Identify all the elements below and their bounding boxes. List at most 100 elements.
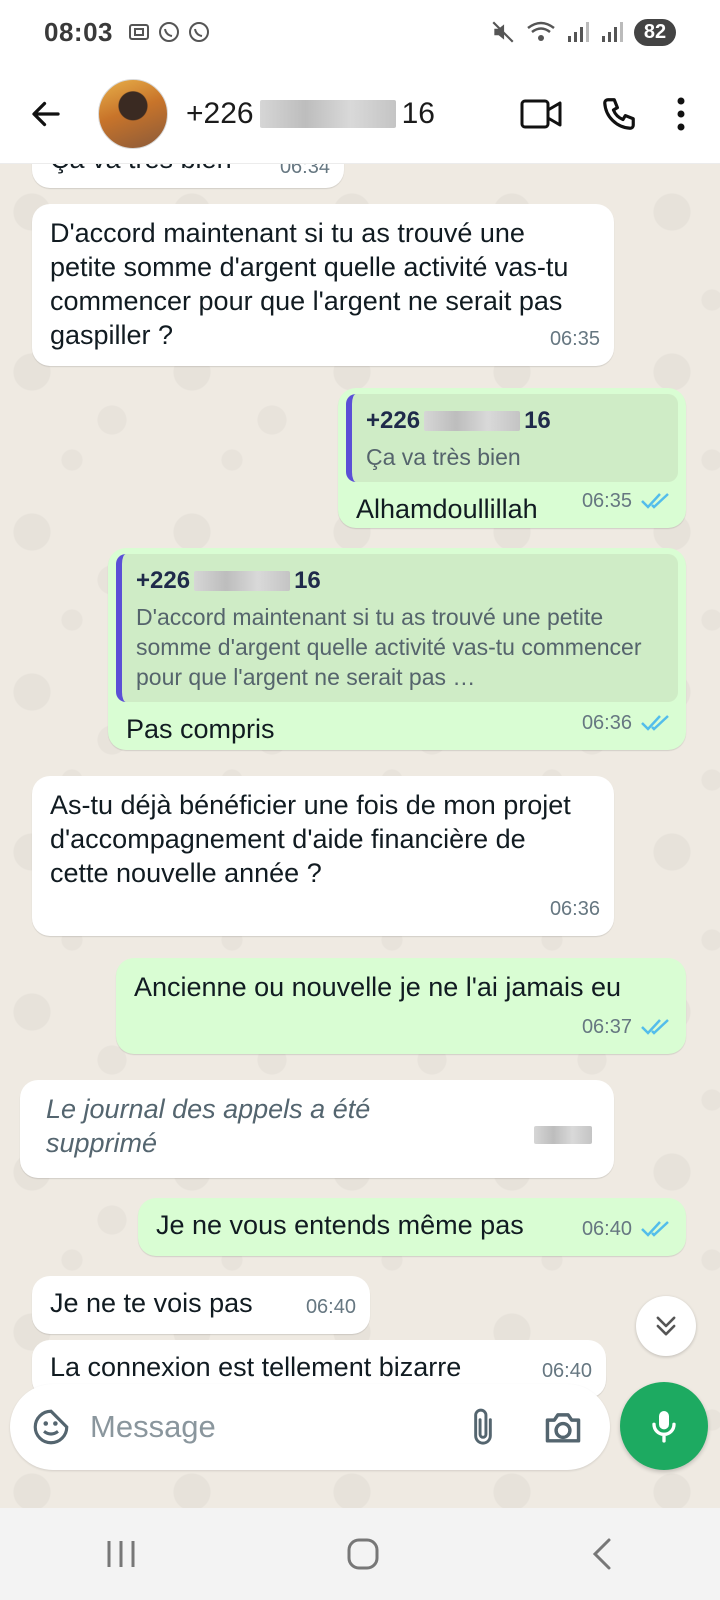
contact-number-suffix: 16: [401, 96, 435, 130]
battery-level: 82: [634, 18, 676, 46]
time-label: 06:35: [549, 328, 600, 350]
scroll-to-bottom-button[interactable]: [636, 1296, 696, 1356]
status-system-icons: 82: [490, 18, 676, 46]
voice-message-button[interactable]: [620, 1382, 708, 1470]
quoted-text: D'accord maintenant si tu as trouvé une …: [136, 604, 642, 690]
time-label: 06:34: [279, 164, 330, 178]
message-time: 06:36: [550, 892, 600, 926]
signal-icon: [602, 22, 623, 42]
recent-apps-icon: [107, 1541, 135, 1567]
quoted-sender-prefix: +226: [366, 407, 421, 434]
system-back-button[interactable]: [587, 1536, 617, 1572]
quoted-text: Ça va très bien: [366, 444, 521, 470]
time-label: 06:37: [581, 1016, 632, 1038]
chat-area[interactable]: Ça va très bien 06:34 D'accord maintenan…: [0, 164, 720, 1508]
status-time: 08:03: [44, 16, 113, 47]
quoted-sender: +226 16: [366, 404, 664, 438]
sticker-icon: [33, 1409, 69, 1445]
message-bubble-incoming[interactable]: Je ne te vois pas 06:40: [32, 1276, 370, 1334]
quoted-sender-suffix: 16: [524, 407, 551, 434]
system-navigation-bar: [0, 1508, 720, 1600]
time-label: 06:40: [581, 1218, 632, 1240]
quoted-message[interactable]: +226 16 Ça va très bien: [346, 394, 678, 482]
chevron-left-icon: [592, 1538, 611, 1570]
more-vert-icon: [677, 97, 685, 130]
message-status: 06:37: [582, 1010, 672, 1044]
quoted-message[interactable]: +226 16 D'accord maintenant si tu as tro…: [116, 554, 678, 702]
message-text: D'accord maintenant si tu as trouvé une …: [50, 218, 569, 350]
mute-icon: [492, 21, 514, 43]
message-text: As-tu déjà bénéficier une fois de mon pr…: [50, 790, 571, 888]
camera-button[interactable]: [542, 1408, 584, 1446]
message-bubble-incoming[interactable]: Le journal des appels a été supprimé: [20, 1080, 614, 1178]
header-actions: [520, 95, 686, 133]
recent-apps-button[interactable]: [103, 1537, 139, 1571]
message-bubble-outgoing[interactable]: +226 16 D'accord maintenant si tu as tro…: [108, 548, 686, 750]
redacted-number: [259, 99, 396, 128]
voice-call-button[interactable]: [600, 95, 638, 133]
message-text: Ça va très bien: [50, 164, 232, 174]
message-text: Ancienne ou nouvelle je ne l'ai jamais e…: [134, 972, 621, 1002]
double-check-icon: [641, 1019, 669, 1035]
mic-icon: [652, 1411, 676, 1443]
phone-icon: [603, 97, 635, 130]
message-bubble-incoming[interactable]: Ça va très bien 06:34: [32, 164, 344, 188]
message-status: 06:36: [582, 706, 672, 740]
message-text: Je ne te vois pas: [50, 1288, 253, 1318]
wifi-icon: [527, 21, 555, 41]
message-time: 06:34: [280, 164, 330, 184]
quoted-sender: +226 16: [136, 564, 664, 598]
back-button[interactable]: [16, 84, 76, 144]
redacted-number: [424, 411, 521, 431]
contact-number-prefix: +226: [186, 96, 254, 130]
message-bubble-outgoing[interactable]: Ancienne ou nouvelle je ne l'ai jamais e…: [116, 958, 686, 1054]
status-bar: 08:03 82: [0, 0, 720, 64]
double-check-icon: [641, 1221, 669, 1237]
message-bubble-incoming[interactable]: D'accord maintenant si tu as trouvé une …: [32, 204, 614, 366]
camera-icon: [545, 1413, 581, 1443]
redacted-time: [534, 1126, 592, 1144]
message-time: 06:40: [306, 1290, 356, 1324]
double-check-icon: [641, 493, 669, 509]
message-composer: Message: [10, 1384, 610, 1470]
message-time: 06:35: [550, 322, 600, 356]
message-bubble-incoming[interactable]: As-tu déjà bénéficier une fois de mon pr…: [32, 776, 614, 936]
home-icon: [347, 1538, 379, 1570]
contact-name[interactable]: +226 16: [186, 97, 435, 131]
attach-button[interactable]: [468, 1405, 498, 1449]
message-time: 06:40: [542, 1354, 592, 1388]
message-status: 06:35: [582, 484, 672, 518]
quoted-sender-prefix: +226: [136, 567, 191, 594]
time-label: 06:36: [549, 898, 600, 920]
message-input[interactable]: Message: [90, 1409, 468, 1445]
arrow-left-icon: [32, 101, 60, 126]
more-options-button[interactable]: [676, 96, 686, 132]
chat-header: +226 16: [0, 64, 720, 164]
composer-actions: [468, 1405, 584, 1449]
screenshot-icon: [129, 24, 149, 40]
whatsapp-icon: [159, 22, 179, 42]
double-check-icon: [641, 715, 669, 731]
quoted-sender-suffix: 16: [294, 567, 321, 594]
home-button[interactable]: [345, 1536, 381, 1572]
double-chevron-down-icon: [656, 1316, 676, 1336]
time-label: 06:40: [305, 1296, 356, 1318]
message-bubble-outgoing[interactable]: Je ne vous entends même pas 06:40: [138, 1198, 686, 1256]
status-notification-icons: [127, 20, 211, 44]
video-call-button[interactable]: [520, 97, 562, 131]
redacted-number: [194, 571, 291, 591]
message-status: 06:40: [582, 1212, 672, 1246]
time-label: 06:40: [541, 1360, 592, 1382]
signal-icon: [568, 22, 589, 42]
time-label: 06:35: [581, 490, 632, 512]
deleted-call-log-text: Le journal des appels a été supprimé: [46, 1094, 371, 1158]
message-text: Je ne vous entends même pas: [156, 1210, 524, 1240]
video-call-icon: [520, 99, 562, 128]
message-text: La connexion est tellement bizarre: [50, 1352, 462, 1382]
message-time: [534, 1126, 592, 1144]
paperclip-icon: [474, 1408, 492, 1445]
sticker-button[interactable]: [30, 1406, 72, 1448]
whatsapp-icon: [189, 22, 209, 42]
avatar[interactable]: [98, 78, 168, 149]
message-bubble-outgoing[interactable]: +226 16 Ça va très bien Alhamdoullillah …: [338, 388, 686, 528]
